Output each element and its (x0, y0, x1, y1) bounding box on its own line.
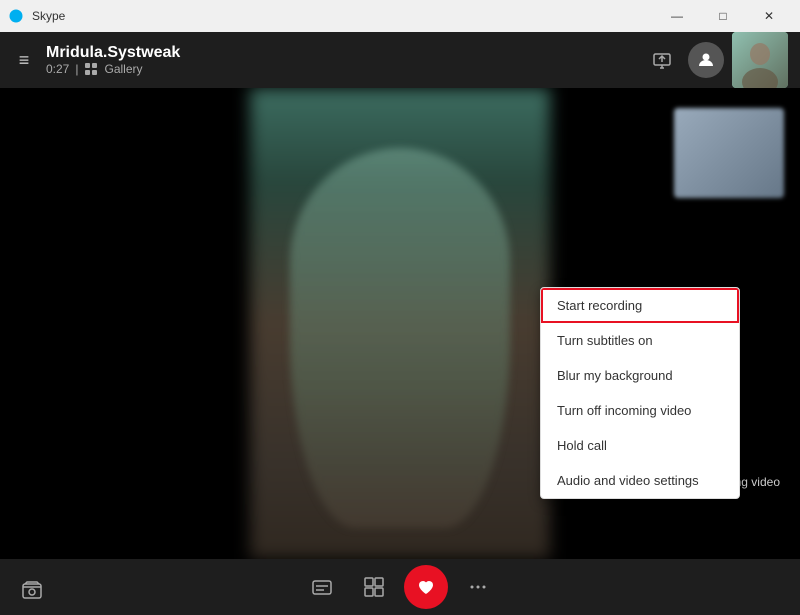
bottom-toolbar (0, 559, 800, 615)
title-bar-controls: — □ ✕ (654, 0, 792, 32)
turn-off-incoming-item[interactable]: Turn off incoming video (541, 393, 739, 428)
switch-layout-icon (363, 576, 385, 598)
end-call-button[interactable] (404, 565, 448, 609)
title-bar-title: Skype (32, 9, 65, 23)
call-header: ≡ Mridula.Systweak 0:27 | Gallery (0, 32, 800, 88)
gallery-icon (84, 62, 98, 76)
captions-icon (311, 576, 333, 598)
captions-button[interactable] (300, 565, 344, 609)
screenshot-button[interactable] (16, 575, 48, 607)
video-person-shape (290, 148, 510, 528)
start-recording-item[interactable]: Start recording (541, 288, 739, 323)
heart-icon (416, 577, 436, 597)
hamburger-menu-icon[interactable]: ≡ (12, 50, 36, 71)
video-area: Start recording Turn subtitles on Blur m… (0, 88, 800, 559)
switch-layout-button[interactable] (352, 565, 396, 609)
more-options-button[interactable] (456, 565, 500, 609)
screenshot-icon (20, 579, 44, 603)
main-area: ≡ Mridula.Systweak 0:27 | Gallery (0, 32, 800, 615)
skype-icon (8, 8, 24, 24)
maximize-button[interactable]: □ (700, 0, 746, 32)
screen-share-button[interactable] (644, 42, 680, 78)
gallery-label: Gallery (104, 62, 142, 76)
context-menu: Start recording Turn subtitles on Blur m… (540, 287, 740, 499)
avatar-thumbnail (732, 32, 788, 88)
hold-call-item[interactable]: Hold call (541, 428, 739, 463)
header-left: ≡ Mridula.Systweak 0:27 | Gallery (12, 44, 180, 76)
call-timer: 0:27 (46, 62, 69, 76)
title-bar: Skype — □ ✕ (0, 0, 800, 32)
caller-name: Mridula.Systweak (46, 44, 180, 62)
more-icon (468, 577, 488, 597)
minimize-button[interactable]: — (654, 0, 700, 32)
pip-video (674, 108, 784, 198)
meta-separator: | (75, 62, 78, 76)
audio-video-settings-item[interactable]: Audio and video settings (541, 463, 739, 498)
screen-share-icon (652, 50, 672, 70)
header-info: Mridula.Systweak 0:27 | Gallery (46, 44, 180, 76)
header-right (644, 32, 788, 88)
close-button[interactable]: ✕ (746, 0, 792, 32)
call-meta: 0:27 | Gallery (46, 62, 180, 76)
title-bar-left: Skype (8, 8, 65, 24)
turn-subtitles-item[interactable]: Turn subtitles on (541, 323, 739, 358)
blur-background-item[interactable]: Blur my background (541, 358, 739, 393)
people-icon (697, 51, 715, 69)
participants-button[interactable] (688, 42, 724, 78)
avatar-image (732, 32, 788, 88)
